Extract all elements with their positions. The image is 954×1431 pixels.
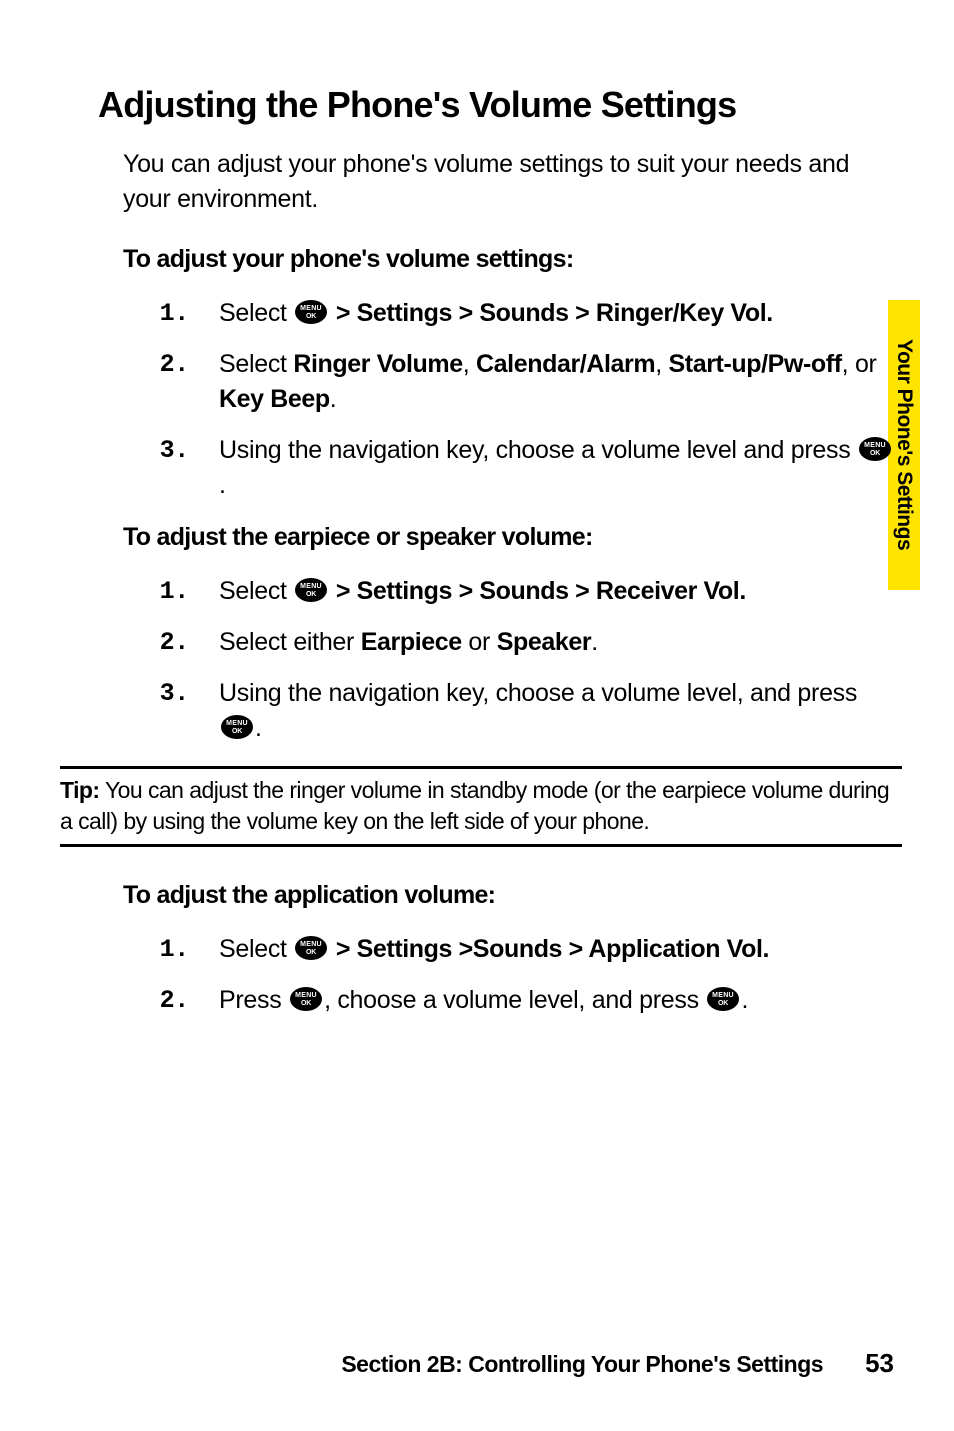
step-text: Select bbox=[219, 935, 293, 963]
step-text: Select bbox=[219, 350, 293, 378]
step-text: Select either bbox=[219, 628, 361, 656]
step-item: Select > Settings > Sounds > Receiver Vo… bbox=[173, 574, 894, 609]
intro-text: You can adjust your phone's volume setti… bbox=[123, 147, 894, 217]
step-text: , or bbox=[842, 350, 877, 378]
page-heading: Adjusting the Phone's Volume Settings bbox=[98, 85, 894, 125]
menu-ok-icon bbox=[294, 577, 328, 603]
option-ringer-volume: Ringer Volume bbox=[293, 350, 462, 378]
page-footer: Section 2B: Controlling Your Phone's Set… bbox=[0, 1348, 954, 1379]
step-text: Press bbox=[219, 986, 288, 1014]
menu-ok-icon bbox=[858, 436, 892, 462]
step-text: , bbox=[463, 350, 476, 378]
side-tab-label: Your Phone's Settings bbox=[892, 339, 916, 550]
tip-text: You can adjust the ringer volume in stan… bbox=[60, 777, 889, 835]
step-text: . bbox=[330, 385, 337, 413]
subhead-volume-settings: To adjust your phone's volume settings: bbox=[123, 245, 894, 274]
subhead-earpiece-speaker: To adjust the earpiece or speaker volume… bbox=[123, 523, 894, 552]
tip-box: Tip: You can adjust the ringer volume in… bbox=[60, 775, 902, 838]
step-text: Using the navigation key, choose a volum… bbox=[219, 679, 857, 707]
step-item: Using the navigation key, choose a volum… bbox=[173, 433, 894, 503]
option-key-beep: Key Beep bbox=[219, 385, 330, 413]
menu-ok-icon bbox=[706, 986, 740, 1012]
step-item: Select > Settings >Sounds > Application … bbox=[173, 932, 894, 967]
steps-volume-settings: Select > Settings > Sounds > Ringer/Key … bbox=[173, 296, 894, 503]
step-bold-path: > Settings >Sounds > Application Vol. bbox=[329, 935, 769, 963]
footer-page-number: 53 bbox=[865, 1348, 894, 1379]
steps-application-volume: Select > Settings >Sounds > Application … bbox=[173, 932, 894, 1018]
option-earpiece: Earpiece bbox=[361, 628, 462, 656]
option-calendar-alarm: Calendar/Alarm bbox=[476, 350, 655, 378]
step-text: . bbox=[219, 471, 226, 499]
tip-label: Tip: bbox=[60, 777, 100, 803]
step-bold-path: > Settings > Sounds > Ringer/Key Vol. bbox=[329, 299, 772, 327]
step-item: Using the navigation key, choose a volum… bbox=[173, 676, 894, 746]
menu-ok-icon bbox=[294, 299, 328, 325]
step-text: . bbox=[741, 986, 748, 1014]
step-text: . bbox=[591, 628, 598, 656]
option-startup-pwoff: Start-up/Pw-off bbox=[669, 350, 842, 378]
step-item: Select > Settings > Sounds > Ringer/Key … bbox=[173, 296, 894, 331]
subhead-application-volume: To adjust the application volume: bbox=[123, 881, 894, 910]
menu-ok-icon bbox=[294, 935, 328, 961]
step-text: , choose a volume level, and press bbox=[324, 986, 705, 1014]
option-speaker: Speaker bbox=[497, 628, 592, 656]
steps-earpiece-speaker: Select > Settings > Sounds > Receiver Vo… bbox=[173, 574, 894, 746]
separator bbox=[60, 766, 902, 769]
step-text: Select bbox=[219, 577, 293, 605]
footer-section: Section 2B: Controlling Your Phone's Set… bbox=[341, 1351, 823, 1378]
step-item: Select either Earpiece or Speaker. bbox=[173, 625, 894, 660]
step-text: or bbox=[462, 628, 497, 656]
step-text: Select bbox=[219, 299, 293, 327]
step-item: Select Ringer Volume, Calendar/Alarm, St… bbox=[173, 347, 894, 417]
menu-ok-icon bbox=[220, 714, 254, 740]
step-bold-path: > Settings > Sounds > Receiver Vol. bbox=[329, 577, 746, 605]
step-item: Press , choose a volume level, and press… bbox=[173, 983, 894, 1018]
step-text: , bbox=[655, 350, 668, 378]
menu-ok-icon bbox=[289, 986, 323, 1012]
step-text: . bbox=[255, 714, 262, 742]
step-text: Using the navigation key, choose a volum… bbox=[219, 436, 857, 464]
